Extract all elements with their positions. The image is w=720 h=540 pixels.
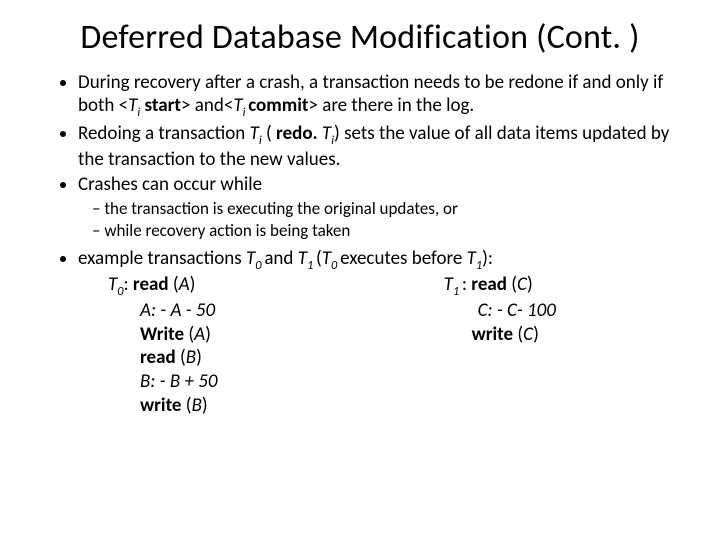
t0-line-5: B: - B + 50: [78, 370, 404, 394]
text: > are there in the log.: [308, 94, 474, 117]
text: Redoing a transaction: [78, 122, 250, 145]
kw-commit: commit: [248, 94, 308, 117]
t1-line-2: C: - C- 100: [404, 299, 670, 323]
var-ti: Ti: [128, 94, 140, 117]
text: ):: [482, 247, 493, 270]
text: and: [264, 247, 297, 270]
transaction-t1: T1 : read (C) C: - C- 100 write (C): [404, 273, 670, 418]
var-ti: Ti: [250, 122, 262, 145]
t0-line-2: A: - A - 50: [78, 299, 404, 323]
kw-start: start: [145, 94, 182, 117]
t0-line-4: read (B): [78, 346, 404, 370]
sub-bullet-1: the transaction is executing the origina…: [110, 198, 670, 219]
slide-title: Deferred Database Modification (Cont. ): [50, 18, 670, 57]
sub-bullet-2: while recovery action is being taken: [110, 220, 670, 241]
t0-line-3: Write (A): [78, 323, 404, 347]
text: > and<: [181, 94, 233, 117]
t1-line-3: write (C): [404, 323, 670, 347]
transaction-t0: T0: read (A) A: - A - 50 Write (A) read …: [78, 273, 404, 418]
bullet-4: example transactions T0 and T1 (T0 execu…: [78, 247, 670, 418]
var-t1: T1: [467, 247, 483, 270]
example-columns: T0: read (A) A: - A - 50 Write (A) read …: [78, 273, 670, 418]
t1-line-1: T1 : read (C): [404, 273, 670, 299]
var-t0: T0: [246, 247, 264, 270]
bullet-2: Redoing a transaction Ti ( redo. Ti) set…: [78, 122, 670, 171]
text: executes before: [340, 247, 467, 270]
sub-bullet-list: the transaction is executing the origina…: [78, 198, 670, 241]
var-t1: T1: [298, 247, 316, 270]
var-t0: T0: [322, 247, 340, 270]
bullet-list: During recovery after a crash, a transac…: [50, 71, 670, 418]
kw-redo: redo.: [276, 122, 322, 145]
var-ti: Ti: [233, 94, 248, 117]
text: (: [262, 122, 276, 145]
t0-line-6: write (B): [78, 394, 404, 418]
text: example transactions: [78, 247, 246, 270]
slide: Deferred Database Modification (Cont. ) …: [0, 0, 720, 540]
var-ti: Ti: [322, 122, 334, 145]
bullet-1: During recovery after a crash, a transac…: [78, 71, 670, 120]
bullet-3: Crashes can occur while: [78, 173, 670, 196]
t0-line-1: T0: read (A): [78, 273, 404, 299]
